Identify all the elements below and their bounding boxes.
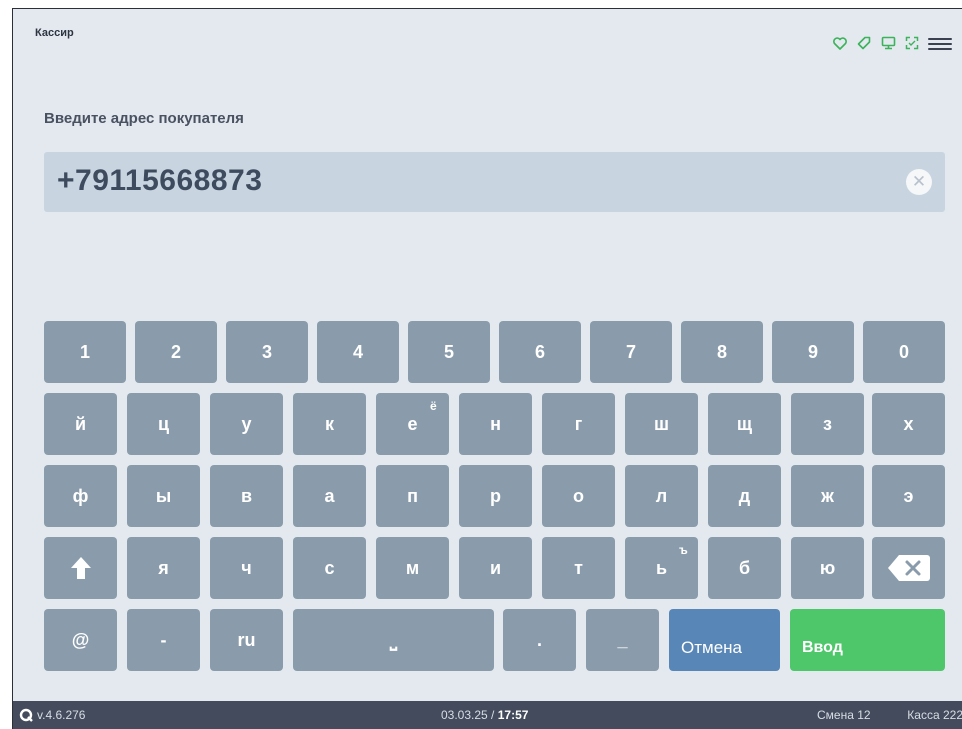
key-letter[interactable]: г (542, 393, 615, 455)
key-letter[interactable]: п (376, 465, 449, 527)
app-logo-icon (19, 708, 33, 722)
key-letter[interactable]: а (293, 465, 366, 527)
key-letter[interactable]: ж (791, 465, 864, 527)
key-label: ь (655, 557, 668, 578)
keyboard-row-bottom: @ - ru ⎵ . _ Отмена Ввод (44, 609, 945, 671)
key-letter[interactable]: ш (625, 393, 698, 455)
keyboard-row-digits: 1 2 3 4 5 6 7 8 9 0 (44, 321, 945, 383)
address-input[interactable]: +79115668873 ✕ (44, 152, 945, 212)
backspace-key[interactable] (872, 537, 945, 599)
key-5[interactable]: 5 (408, 321, 490, 383)
key-letter[interactable]: д (708, 465, 781, 527)
shift-number: Смена 12 (817, 708, 871, 722)
key-at[interactable]: @ (44, 609, 117, 671)
role-label: Кассир (35, 27, 74, 39)
key-letter[interactable]: у (210, 393, 283, 455)
key-letter[interactable]: в (210, 465, 283, 527)
arrow-up-icon (70, 557, 91, 579)
cancel-button[interactable]: Отмена (669, 609, 780, 671)
key-letter[interactable]: э (872, 465, 945, 527)
key-1[interactable]: 1 (44, 321, 126, 383)
key-4[interactable]: 4 (317, 321, 399, 383)
key-letter[interactable]: щ (708, 393, 781, 455)
key-letter-soft-sign[interactable]: ь ъ (625, 537, 698, 599)
key-8[interactable]: 8 (681, 321, 763, 383)
tag-icon[interactable] (856, 35, 872, 51)
key-underscore[interactable]: _ (586, 609, 659, 671)
key-letter[interactable]: м (376, 537, 449, 599)
key-9[interactable]: 9 (772, 321, 854, 383)
keyboard-row-3: я ч с м и т ь ъ б ю (44, 537, 945, 599)
key-letter[interactable]: я (127, 537, 200, 599)
key-letter[interactable]: ц (127, 393, 200, 455)
header-icons (832, 35, 920, 51)
key-letter[interactable]: ю (791, 537, 864, 599)
key-letter[interactable]: о (542, 465, 615, 527)
key-letter[interactable]: т (542, 537, 615, 599)
key-letter[interactable]: к (293, 393, 366, 455)
key-dot[interactable]: . (503, 609, 576, 671)
monitor-icon[interactable] (880, 35, 896, 51)
app-frame: Кассир Введите адрес покупателя +7911566… (12, 8, 962, 729)
key-6[interactable]: 6 (499, 321, 581, 383)
key-alt-label: ъ (679, 543, 688, 557)
menu-icon[interactable] (928, 35, 952, 53)
time: 17:57 (497, 708, 529, 722)
date-time: 03.03.25 / 17:57 (441, 708, 528, 722)
key-letter[interactable]: й (44, 393, 117, 455)
space-key[interactable]: ⎵ (293, 609, 494, 671)
app-version: v.4.6.276 (37, 708, 86, 722)
key-letter[interactable]: ы (127, 465, 200, 527)
key-2[interactable]: 2 (135, 321, 217, 383)
key-letter[interactable]: и (459, 537, 532, 599)
key-letter[interactable]: ф (44, 465, 117, 527)
keyboard-row-2: ф ы в а п р о л д ж э (44, 465, 945, 527)
close-icon: ✕ (911, 172, 927, 191)
language-key[interactable]: ru (210, 609, 283, 671)
key-letter-ye[interactable]: е ё (376, 393, 449, 455)
address-prompt: Введите адрес покупателя (44, 110, 244, 127)
key-letter[interactable]: л (625, 465, 698, 527)
key-alt-label: ё (430, 399, 437, 413)
key-3[interactable]: 3 (226, 321, 308, 383)
key-letter[interactable]: ч (210, 537, 283, 599)
key-0[interactable]: 0 (863, 321, 945, 383)
backspace-icon (887, 555, 930, 581)
heart-icon[interactable] (832, 35, 848, 51)
shift-key[interactable] (44, 537, 117, 599)
status-bar: v.4.6.276 03.03.25 / 17:57 Смена 12 Касс… (13, 701, 962, 729)
key-letter[interactable]: х (872, 393, 945, 455)
clear-input-button[interactable]: ✕ (906, 169, 932, 195)
key-7[interactable]: 7 (590, 321, 672, 383)
key-letter[interactable]: н (459, 393, 532, 455)
key-letter[interactable]: б (708, 537, 781, 599)
key-dash[interactable]: - (127, 609, 200, 671)
key-letter[interactable]: с (293, 537, 366, 599)
date: 03.03.25 / (441, 708, 498, 722)
keyboard-row-1: й ц у к е ё н г ш щ з х (44, 393, 945, 455)
key-letter[interactable]: з (791, 393, 864, 455)
key-label: е (407, 413, 418, 434)
key-letter[interactable]: р (459, 465, 532, 527)
register-number: Касса 222 (907, 708, 962, 722)
address-input-value: +79115668873 (57, 164, 263, 197)
scan-icon[interactable] (904, 35, 920, 51)
enter-button[interactable]: Ввод (790, 609, 945, 671)
